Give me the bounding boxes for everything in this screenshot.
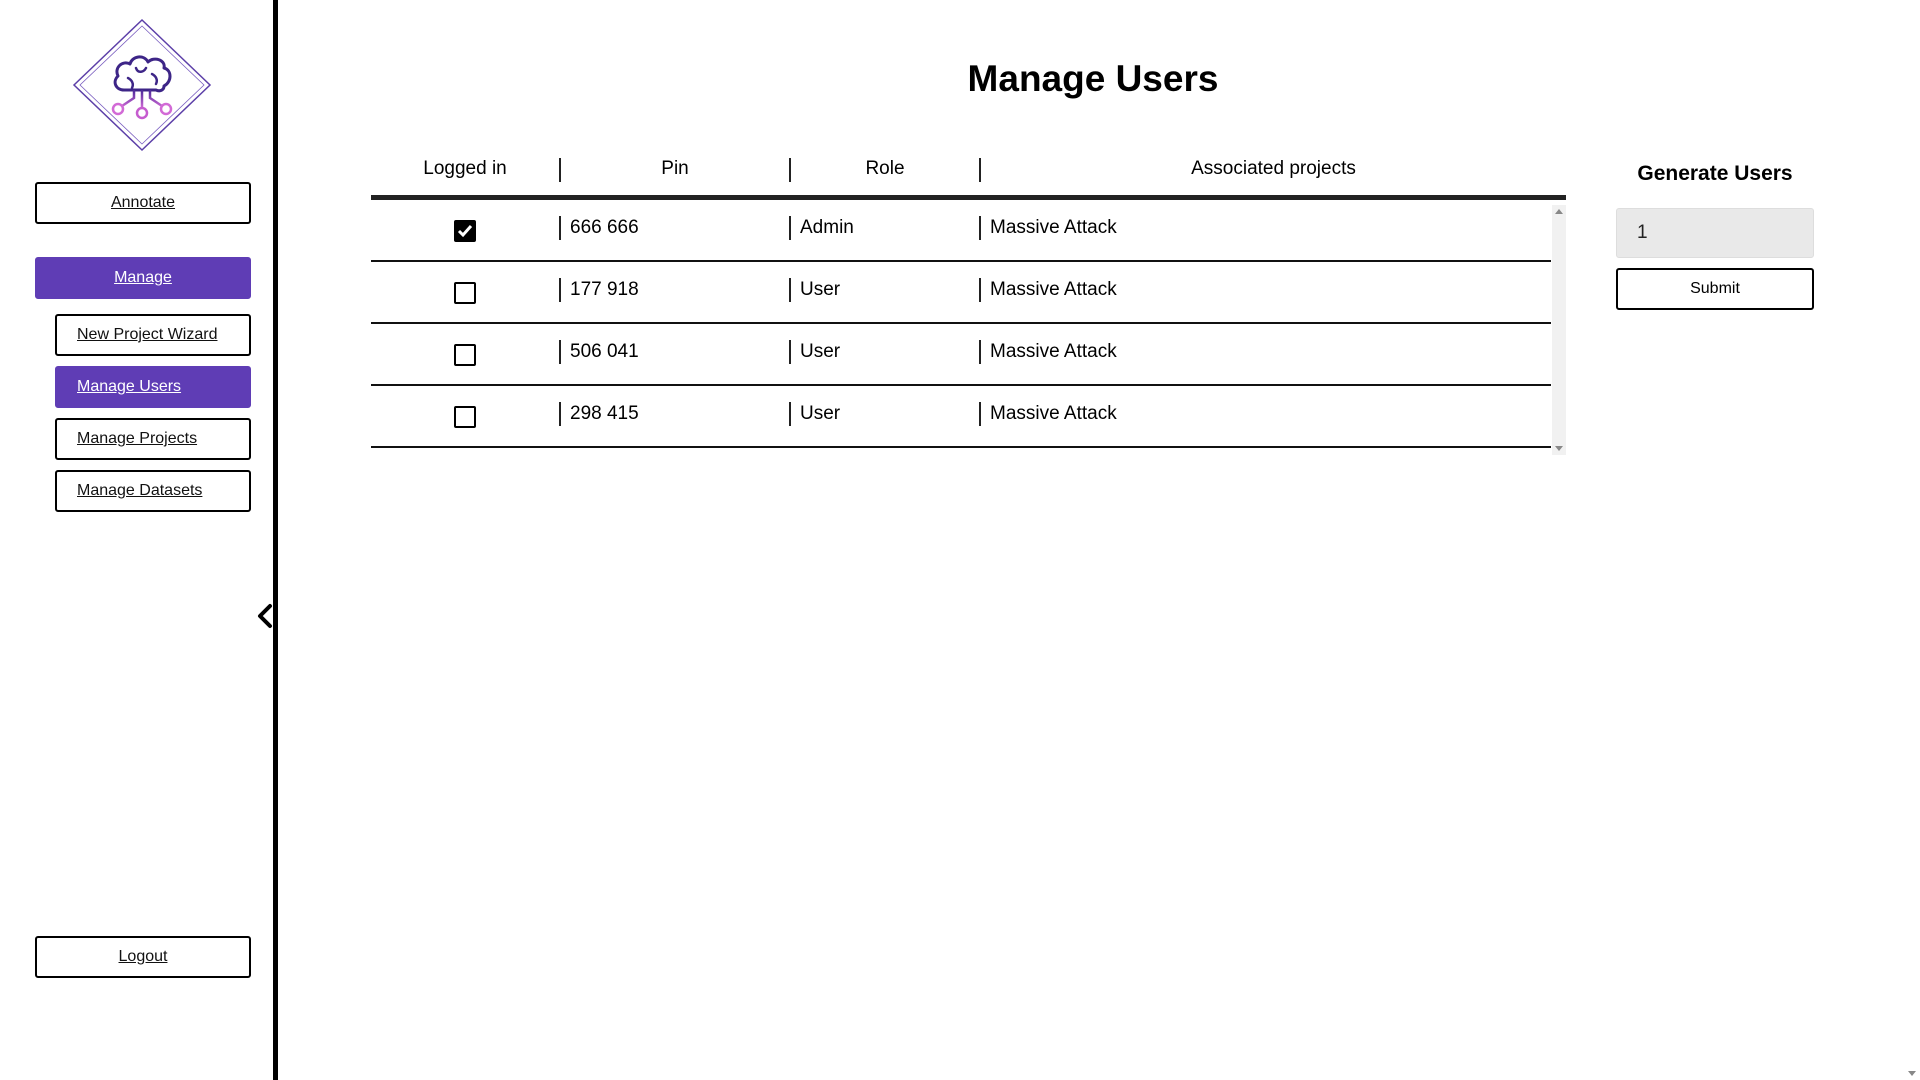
- manage-label: Manage: [114, 269, 172, 286]
- new-project-wizard-button[interactable]: New Project Wizard: [55, 314, 251, 356]
- generate-users-title: Generate Users: [1637, 162, 1793, 185]
- brain-circuit-logo: [72, 18, 212, 152]
- sidebar: Annotate Manage New Project Wizard Manag…: [0, 0, 278, 1080]
- role-cell: User: [789, 340, 840, 364]
- chevron-left-icon[interactable]: [254, 602, 276, 630]
- check-icon: [457, 225, 473, 238]
- manage-projects-button[interactable]: Manage Projects: [55, 418, 251, 460]
- table-scrollbar[interactable]: [1552, 205, 1566, 455]
- logout-button[interactable]: Logout: [35, 936, 251, 978]
- page-title: Manage Users: [967, 58, 1219, 99]
- users-table: Logged in Pin Role Associated projects 6…: [371, 148, 1566, 455]
- pin-cell: 298 415: [559, 402, 639, 426]
- manage-button[interactable]: Manage: [35, 257, 251, 299]
- logged-in-checkbox[interactable]: [454, 344, 476, 366]
- logged-in-checkbox[interactable]: [454, 282, 476, 304]
- table-row: 506 041 User Massive Attack: [371, 324, 1551, 386]
- annotate-label: Annotate: [110, 194, 176, 211]
- projects-cell: Massive Attack: [979, 216, 1117, 240]
- manage-datasets-label: Manage Datasets: [77, 482, 203, 499]
- table-header: Logged in Pin Role Associated projects: [371, 148, 1566, 200]
- column-header-pin: Pin: [661, 158, 689, 179]
- manage-users-label: Manage Users: [77, 378, 182, 395]
- column-header-associated-projects: Associated projects: [1191, 158, 1356, 179]
- role-cell: User: [789, 278, 840, 302]
- new-project-wizard-label: New Project Wizard: [77, 326, 218, 343]
- pin-cell: 506 041: [559, 340, 639, 364]
- logged-in-checkbox[interactable]: [454, 220, 476, 242]
- pin-cell: 666 666: [559, 216, 639, 240]
- logged-in-checkbox[interactable]: [454, 406, 476, 428]
- manage-datasets-button[interactable]: Manage Datasets: [55, 470, 251, 512]
- projects-cell: Massive Attack: [979, 340, 1117, 364]
- annotate-button[interactable]: Annotate: [35, 182, 251, 224]
- table-row: 177 918 User Massive Attack: [371, 262, 1551, 324]
- table-row: 298 415 User Massive Attack: [371, 386, 1551, 448]
- column-header-role: Role: [865, 158, 905, 179]
- page-scrollbar[interactable]: [1904, 0, 1920, 1080]
- role-cell: Admin: [789, 216, 854, 240]
- column-header-logged-in: Logged in: [423, 158, 507, 179]
- manage-users-button[interactable]: Manage Users: [55, 366, 251, 408]
- projects-cell: Massive Attack: [979, 402, 1117, 426]
- logout-label: Logout: [118, 948, 168, 965]
- manage-projects-label: Manage Projects: [77, 430, 198, 447]
- role-cell: User: [789, 402, 840, 426]
- pin-cell: 177 918: [559, 278, 639, 302]
- user-count-input[interactable]: [1616, 208, 1814, 258]
- submit-button[interactable]: Submit: [1616, 268, 1814, 310]
- scroll-up-icon[interactable]: [1555, 209, 1563, 214]
- table-row: 666 666 Admin Massive Attack: [371, 200, 1551, 262]
- scroll-down-icon[interactable]: [1555, 446, 1563, 451]
- scroll-down-icon[interactable]: [1908, 1071, 1916, 1076]
- table-body: 666 666 Admin Massive Attack 177 918 Use…: [371, 200, 1566, 448]
- submit-label: Submit: [1690, 280, 1740, 297]
- projects-cell: Massive Attack: [979, 278, 1117, 302]
